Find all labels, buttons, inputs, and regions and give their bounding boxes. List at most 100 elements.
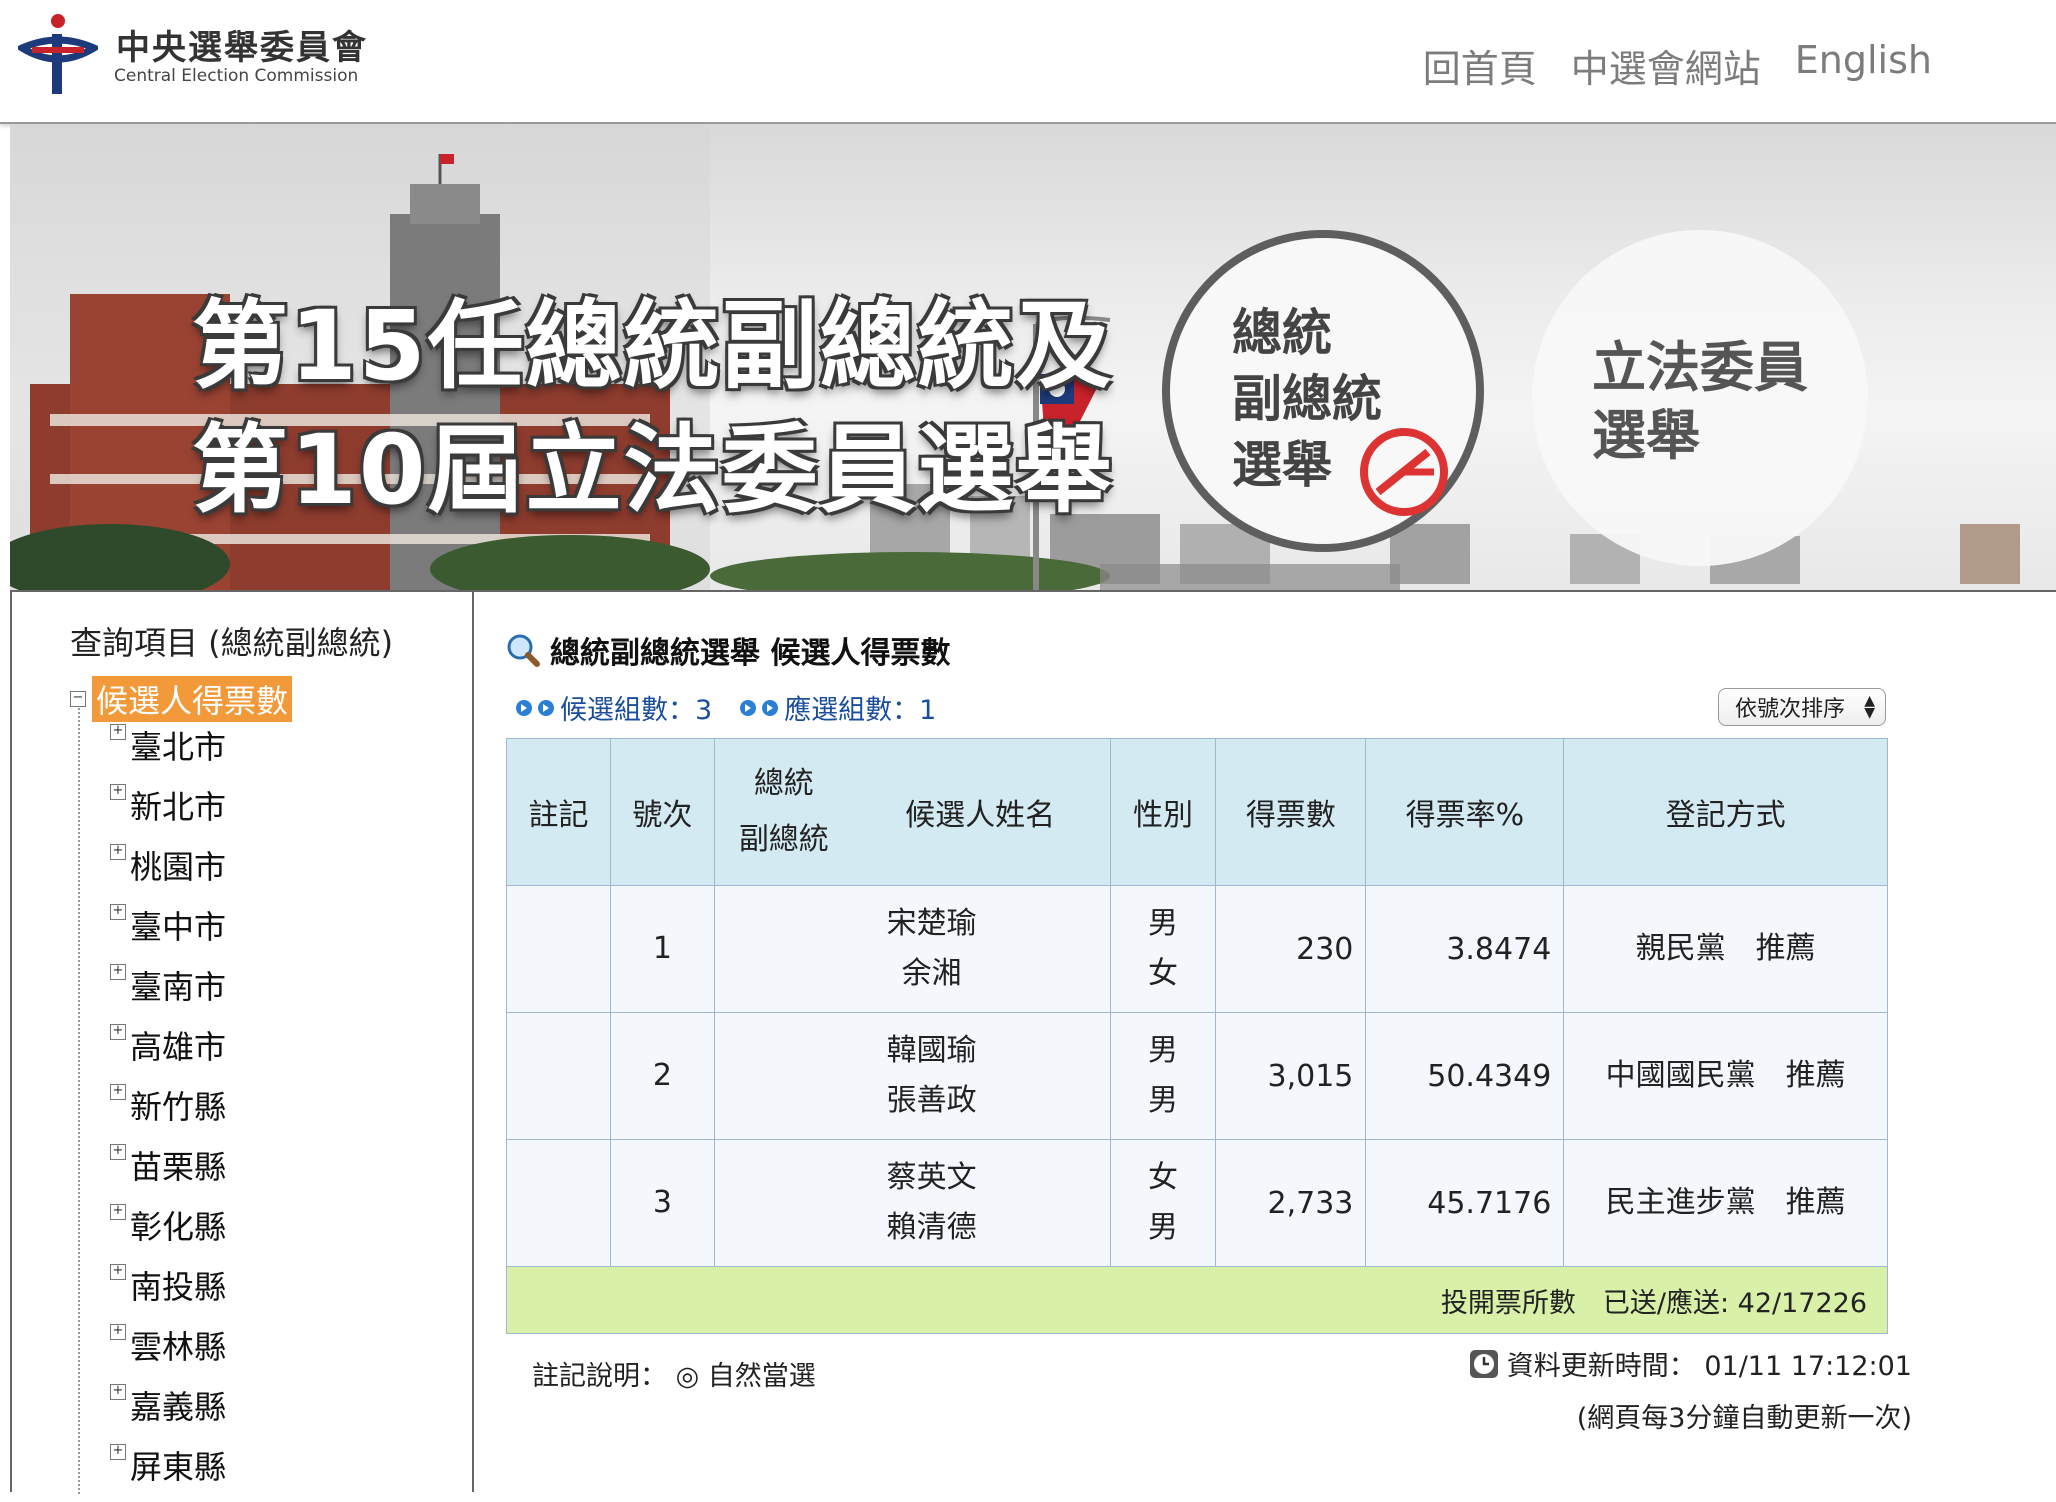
top-nav: 回首頁 中選會網站 English bbox=[1423, 38, 1932, 93]
legislative-election-button[interactable]: 立法委員 選舉 bbox=[1532, 230, 1868, 566]
city-item[interactable]: + 新北市 bbox=[110, 782, 226, 842]
results-table: 註記 號次 總統 副總統 候選人姓名 性別 得票數 得票率% 登記方式 1 宋楚… bbox=[506, 738, 1888, 1334]
expand-icon[interactable]: + bbox=[110, 1084, 126, 1100]
city-item[interactable]: + 桃園市 bbox=[110, 842, 226, 902]
cell-votes: 3,015 bbox=[1215, 1012, 1367, 1140]
note-legend: 註記說明： ◎ 自然當選 bbox=[532, 1361, 816, 1392]
city-item[interactable]: + 彰化縣 bbox=[110, 1202, 226, 1262]
cell-gender: 女 男 bbox=[1109, 1139, 1217, 1267]
nav-home-link[interactable]: 回首頁 bbox=[1423, 38, 1537, 93]
city-label[interactable]: 苗栗縣 bbox=[130, 1142, 226, 1188]
collapse-icon[interactable]: − bbox=[70, 691, 86, 707]
presidential-election-button[interactable]: 總統 副總統 選舉 bbox=[1162, 230, 1484, 552]
president-name: 蔡英文 bbox=[886, 1160, 977, 1195]
presidential-label-line1: 總統 bbox=[1232, 304, 1332, 362]
cell-registration: 中國國民黨 推薦 bbox=[1563, 1012, 1888, 1140]
cell-votes: 2,733 bbox=[1215, 1139, 1367, 1267]
expand-icon[interactable]: + bbox=[110, 904, 126, 920]
president-name: 宋楚瑜 bbox=[886, 906, 977, 941]
city-label[interactable]: 新北市 bbox=[130, 782, 226, 828]
city-item[interactable]: + 嘉義縣 bbox=[110, 1382, 226, 1442]
expand-icon[interactable]: + bbox=[110, 1324, 126, 1340]
city-label[interactable]: 雲林縣 bbox=[130, 1322, 226, 1368]
city-item[interactable]: + 高雄市 bbox=[110, 1022, 226, 1082]
update-time-text: 資料更新時間： 01/11 17:12:01 bbox=[1506, 1351, 1912, 1382]
city-label[interactable]: 南投縣 bbox=[130, 1262, 226, 1308]
sort-select-value: 依號次排序 bbox=[1735, 697, 1846, 722]
bullet-icon bbox=[740, 699, 757, 716]
header-role-line1: 總統 bbox=[753, 766, 814, 801]
city-item[interactable]: + 雲林縣 bbox=[110, 1322, 226, 1382]
tree-connector bbox=[78, 708, 80, 1494]
city-label[interactable]: 新竹縣 bbox=[130, 1082, 226, 1128]
nav-english-link[interactable]: English bbox=[1795, 38, 1932, 93]
expand-icon[interactable]: + bbox=[110, 844, 126, 860]
tree-root-label[interactable]: 候選人得票數 bbox=[92, 676, 293, 722]
header-role-line2: 副總統 bbox=[738, 822, 829, 857]
expand-icon[interactable]: + bbox=[110, 1264, 126, 1280]
city-item[interactable]: + 新竹縣 bbox=[110, 1082, 226, 1142]
header-registration: 登記方式 bbox=[1563, 738, 1888, 886]
cell-number: 3 bbox=[609, 1139, 715, 1267]
city-item[interactable]: + 臺北市 bbox=[110, 722, 226, 782]
city-label[interactable]: 桃園市 bbox=[130, 842, 226, 888]
city-label[interactable]: 高雄市 bbox=[130, 1022, 226, 1068]
expand-icon[interactable]: + bbox=[110, 1204, 126, 1220]
ballot-stamp-icon bbox=[1360, 428, 1448, 516]
expand-icon[interactable]: + bbox=[110, 964, 126, 980]
city-item[interactable]: + 南投縣 bbox=[110, 1262, 226, 1322]
banner-title-line2: 第10屆立法委員選舉 bbox=[192, 414, 1114, 526]
sort-select[interactable]: 依號次排序 ▲ ▼ bbox=[1718, 688, 1886, 726]
president-name: 韓國瑜 bbox=[886, 1033, 977, 1068]
cell-registration: 親民黨 推薦 bbox=[1563, 885, 1888, 1013]
cell-number: 1 bbox=[609, 885, 715, 1013]
table-footer-row: 投開票所數 已送/應送: 42/17226 bbox=[506, 1266, 1888, 1334]
cell-note bbox=[506, 885, 611, 1013]
expand-icon[interactable]: + bbox=[110, 784, 126, 800]
header-number: 號次 bbox=[609, 738, 715, 886]
table-row: 2 韓國瑜 張善政 男 男 3,015 50.4349 中國國民黨 推薦 bbox=[506, 1012, 1888, 1140]
expand-icon[interactable]: + bbox=[110, 724, 126, 740]
expand-icon[interactable]: + bbox=[110, 1144, 126, 1160]
bullet-icon bbox=[538, 699, 554, 716]
auto-refresh-note: (網頁每3分鐘自動更新一次) bbox=[1576, 1403, 1912, 1434]
bullet-icon bbox=[762, 699, 779, 716]
city-label[interactable]: 臺中市 bbox=[130, 902, 226, 948]
clock-icon bbox=[1469, 1349, 1498, 1378]
banner: 第15任總統副總統及 第10屆立法委員選舉 總統 副總統 選舉 立法委員 選舉 bbox=[10, 124, 2056, 590]
top-header: 中央選舉委員會 Central Election Commission 回首頁 … bbox=[0, 0, 2056, 124]
city-label[interactable]: 嘉義縣 bbox=[130, 1382, 226, 1428]
expand-icon[interactable]: + bbox=[110, 1024, 126, 1040]
city-item[interactable]: + 屏東縣 bbox=[110, 1442, 226, 1502]
update-time: 資料更新時間： 01/11 17:12:01 bbox=[1469, 1344, 1912, 1383]
legislative-label-line1: 立法委員 bbox=[1592, 336, 1808, 399]
city-item[interactable]: + 臺中市 bbox=[110, 902, 226, 962]
city-label[interactable]: 彰化縣 bbox=[130, 1202, 226, 1248]
updown-arrows-icon: ▲ ▼ bbox=[1864, 693, 1875, 721]
city-item[interactable]: + 臺南市 bbox=[110, 962, 226, 1022]
expand-icon[interactable]: + bbox=[110, 1384, 126, 1400]
page-title: 總統副總統選舉 候選人得票數 bbox=[506, 628, 950, 672]
sidebar-title: 查詢項目 (總統副總統) bbox=[70, 624, 394, 662]
cec-logo[interactable] bbox=[18, 12, 98, 96]
tree-root-candidate-votes[interactable]: − 候選人得票數 bbox=[70, 676, 293, 722]
table-row: 3 蔡英文 賴清德 女 男 2,733 45.7176 民主進步黨 推薦 bbox=[506, 1139, 1888, 1267]
header-name-text: 候選人姓名 bbox=[905, 798, 1056, 833]
cell-rate: 45.7176 bbox=[1365, 1139, 1565, 1267]
city-label[interactable]: 屏東縣 bbox=[130, 1442, 226, 1488]
vice-president-gender: 女 bbox=[1147, 956, 1178, 991]
vice-president-name: 余湘 bbox=[901, 956, 962, 991]
cell-number: 2 bbox=[609, 1012, 715, 1140]
nav-cec-site-link[interactable]: 中選會網站 bbox=[1571, 38, 1761, 93]
cell-rate: 50.4349 bbox=[1365, 1012, 1565, 1140]
city-label[interactable]: 臺南市 bbox=[130, 962, 226, 1008]
city-item[interactable]: + 苗栗縣 bbox=[110, 1142, 226, 1202]
president-gender: 男 bbox=[1147, 906, 1178, 941]
polling-station-count: 投開票所數 已送/應送: 42/17226 bbox=[506, 1266, 1888, 1334]
banner-title-line1: 第15任總統副總統及 bbox=[192, 290, 1114, 402]
city-label[interactable]: 臺北市 bbox=[130, 722, 226, 768]
legislative-election-label: 立法委員 選舉 bbox=[1592, 334, 1832, 470]
expand-icon[interactable]: + bbox=[110, 1444, 126, 1460]
legislative-label-line2: 選舉 bbox=[1592, 404, 1700, 467]
vice-president-gender: 男 bbox=[1147, 1210, 1178, 1245]
